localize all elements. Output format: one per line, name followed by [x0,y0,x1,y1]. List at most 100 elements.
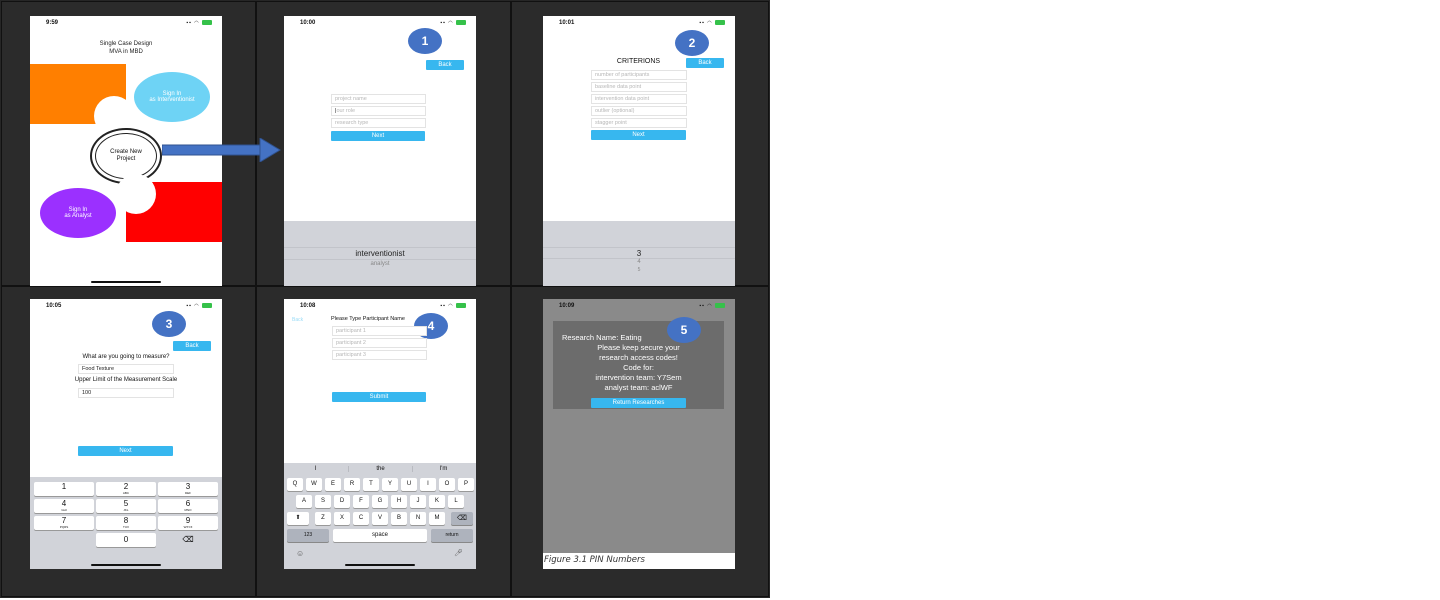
key-8[interactable]: 8 TUV [96,516,156,530]
key-2[interactable]: 2 ABC [96,482,156,496]
key-5-num: 5 [123,499,129,508]
step-badge: 3 [152,311,186,337]
suggestion[interactable]: I'm [412,466,475,472]
outlier-field[interactable]: outlier (optional) [591,106,687,116]
key-c[interactable]: C [353,512,369,525]
key-9[interactable]: 9 WXYZ [158,516,218,530]
suggestion[interactable]: the [348,466,413,472]
key-t[interactable]: T [363,478,379,491]
key-n[interactable]: N [410,512,426,525]
key-w[interactable]: W [306,478,322,491]
project-name-field[interactable]: project name [331,94,426,104]
key-3-num: 3 [185,482,191,491]
upper-limit-question: Upper Limit of the Measurement Scale [74,377,178,383]
key-v[interactable]: V [372,512,388,525]
status-bar: 10:01 ▪▪ ◠ [543,16,735,28]
key-y[interactable]: Y [382,478,398,491]
next-button[interactable]: Next [331,131,425,141]
key-k[interactable]: K [429,495,445,508]
step-badge: 5 [667,317,701,343]
key-3-letters: DEF [185,491,191,495]
role-picker[interactable]: interventionist analyst [284,221,476,286]
cell-participants: 10:08 ▪▪ ◠ Back Please Type Participant … [256,286,511,597]
back-button[interactable]: Back [686,58,724,68]
red-shape-cutout [116,174,156,214]
status-time: 10:01 [559,20,575,26]
home-indicator [91,564,161,566]
sign-in-interventionist-button[interactable]: Sign In as Interventionist [134,72,210,122]
key-0[interactable]: 0 [96,533,156,547]
back-button[interactable]: Back [426,60,464,70]
space-key[interactable]: space [333,529,427,542]
participant-2-field[interactable]: participant 2 [332,338,427,348]
key-1[interactable]: 1 [34,482,94,496]
key-z[interactable]: Z [315,512,331,525]
participant-3-field[interactable]: participant 3 [332,350,427,360]
key-s[interactable]: S [315,495,331,508]
key-l[interactable]: L [448,495,464,508]
backspace-key-icon[interactable]: ⌫ [451,512,473,525]
key-f[interactable]: F [353,495,369,508]
key-j[interactable]: J [410,495,426,508]
key-m[interactable]: M [429,512,445,525]
picker-line [284,259,476,260]
key-7-num: 7 [61,516,67,525]
key-g[interactable]: G [372,495,388,508]
key-1-num: 1 [61,482,67,491]
number-picker[interactable]: 3 4 5 [543,221,735,286]
key-x[interactable]: X [334,512,350,525]
return-key[interactable]: return [431,529,473,542]
picker-option: 4 [637,259,641,265]
return-researches-button[interactable]: Return Researches [591,398,686,408]
code-for-text: Code for: [623,363,654,372]
baseline-field[interactable]: baseline data point [591,82,687,92]
shift-key-icon[interactable]: ⬆ [287,512,309,525]
key-4[interactable]: 4 GHI [34,499,94,513]
back-button[interactable]: Back [173,341,211,351]
key-i[interactable]: I [420,478,436,491]
access-codes-text: research access codes! [599,353,678,362]
stagger-field[interactable]: stagger point [591,118,687,128]
key-e[interactable]: E [325,478,341,491]
submit-button[interactable]: Submit [332,392,426,402]
intervention-field[interactable]: intervention data point [591,94,687,104]
intervention-code-text: intervention team: Y7Sem [595,373,682,382]
key-p[interactable]: P [458,478,474,491]
key-7[interactable]: 7 PQRS [34,516,94,530]
key-q[interactable]: Q [287,478,303,491]
secure-text: Please keep secure your [597,343,680,352]
suggestion[interactable]: I [284,466,347,472]
key-a[interactable]: A [296,495,312,508]
key-6[interactable]: 6 MNO [158,499,218,513]
key-4-num: 4 [61,499,67,508]
key-5[interactable]: 5 JKL [96,499,156,513]
participants-field[interactable]: number of participants [591,70,687,80]
microphone-icon[interactable]: 🎤︎ [454,549,463,557]
key-d[interactable]: D [334,495,350,508]
back-link[interactable]: Back [292,317,303,323]
key-b[interactable]: B [391,512,407,525]
sign-in-analyst-button[interactable]: Sign In as Analyst [40,188,116,238]
numbers-key[interactable]: 123 [287,529,329,542]
next-button[interactable]: Next [78,446,173,456]
participant-1-field[interactable]: participant 1 [332,326,427,336]
role-field[interactable]: |our role [331,106,426,116]
app-title-line2: MVA in MBD [109,49,143,55]
research-type-field[interactable]: research type [331,118,426,128]
emoji-icon[interactable]: ☺ [296,549,304,558]
phone-participants: 10:08 ▪▪ ◠ Back Please Type Participant … [284,299,476,569]
key-o[interactable]: O [439,478,455,491]
delete-icon[interactable]: ⌫ [158,533,218,547]
key-u[interactable]: U [401,478,417,491]
cell-codes: 10:09 ▪▪ ◠ Research Name: Eating Please … [511,286,769,597]
key-r[interactable]: R [344,478,360,491]
key-8-letters: TUV [123,525,129,529]
upper-limit-field[interactable]: 100 [78,388,174,398]
key-h[interactable]: H [391,495,407,508]
measure-field[interactable]: Food Texture [78,364,174,374]
next-button[interactable]: Next [591,130,686,140]
status-time: 10:05 [46,303,62,309]
measure-question: What are you going to measure? [82,354,170,360]
key-3[interactable]: 3 DEF [158,482,218,496]
picker-option: analyst [370,261,390,267]
